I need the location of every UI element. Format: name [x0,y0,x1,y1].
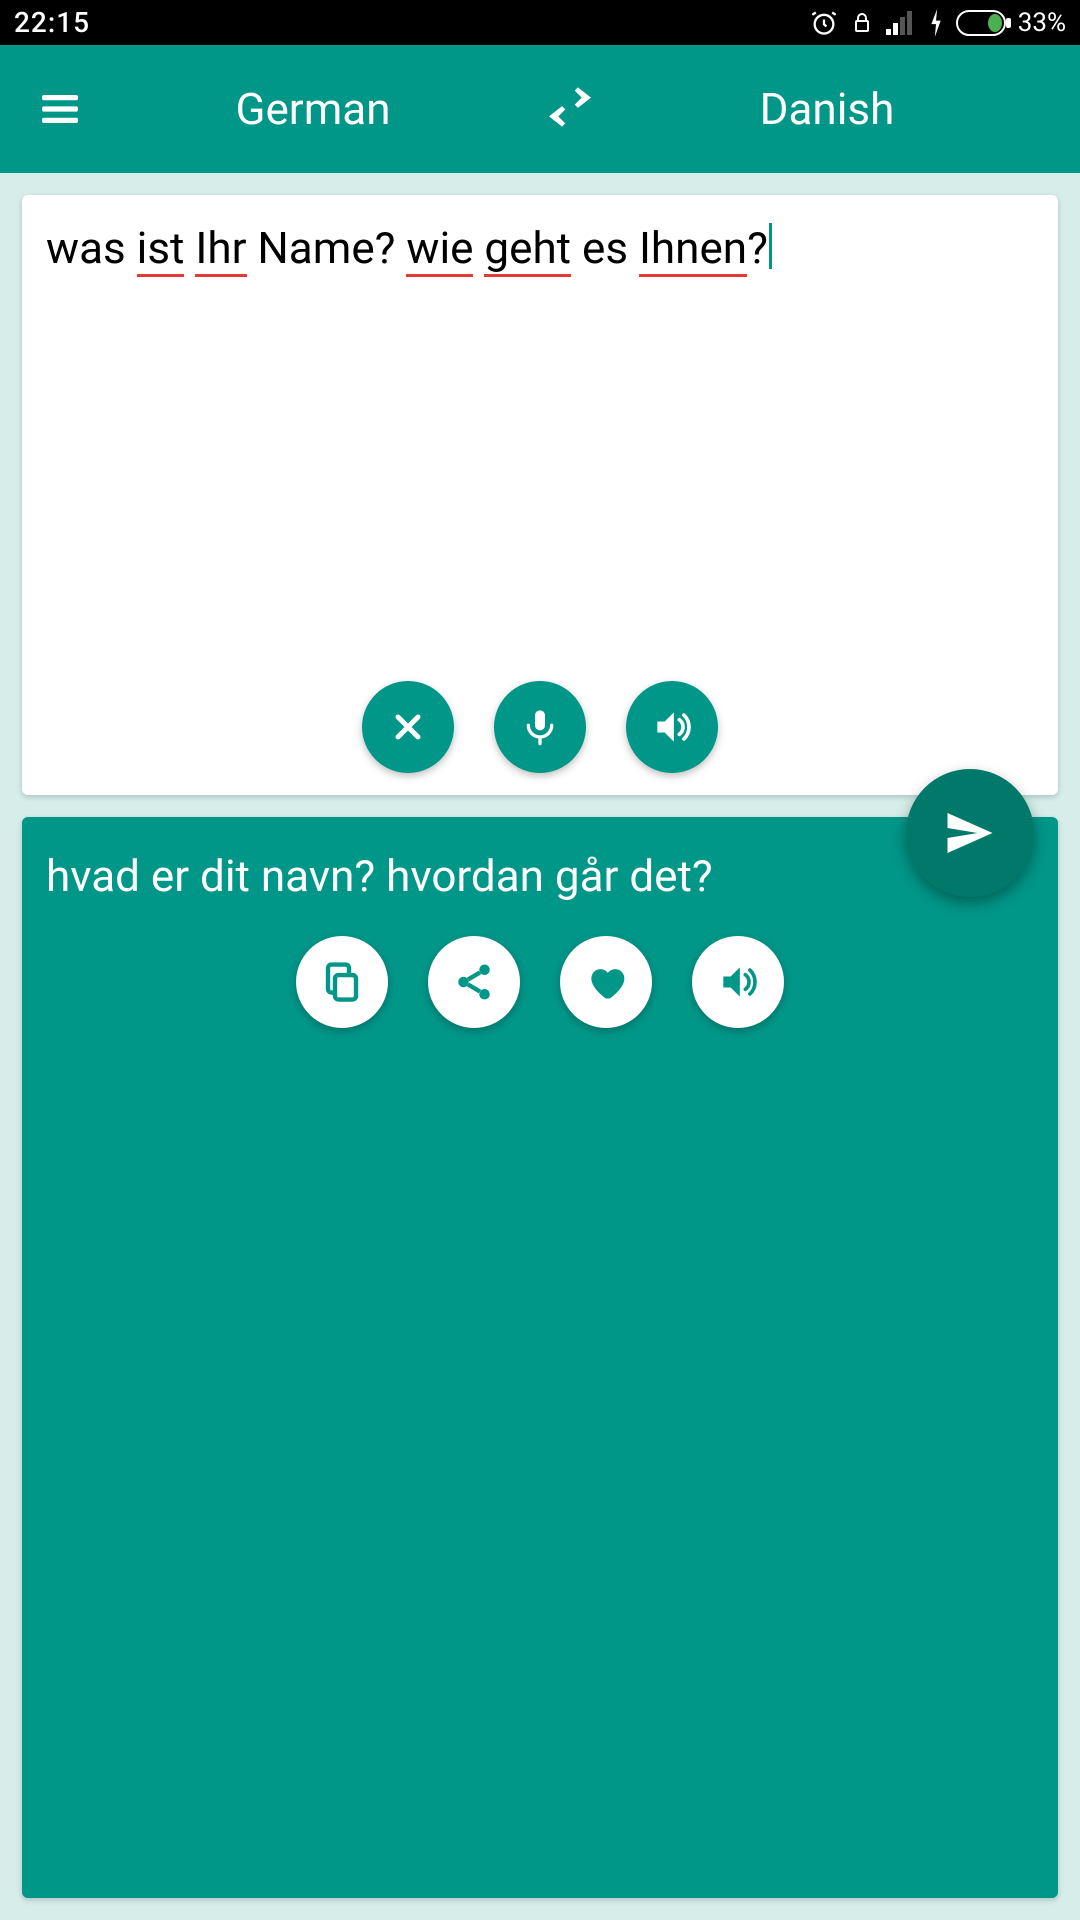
source-text-card: was ist Ihr Name? wie geht es Ihnen? [22,195,1058,795]
menu-button[interactable] [36,85,96,133]
translate-button[interactable] [906,769,1034,897]
speak-target-button[interactable] [692,936,784,1028]
swap-languages-button[interactable] [530,79,610,139]
input-word: geht [484,222,571,277]
speaker-icon [716,960,760,1004]
input-word: ? [747,222,768,274]
battery-percent: 33% [1018,8,1066,38]
input-word [126,222,137,274]
input-word: Ihnen [639,222,747,277]
microphone-icon [520,707,560,747]
copy-button[interactable] [296,936,388,1028]
source-text-input[interactable]: was ist Ihr Name? wie geht es Ihnen? [22,195,1058,681]
status-bar: 22:15 [0,0,1080,45]
text-cursor [769,223,772,269]
content-area: was ist Ihr Name? wie geht es Ihnen? [0,173,1080,1920]
speaker-icon [650,705,694,749]
share-button[interactable] [428,936,520,1028]
source-language[interactable]: German [96,83,530,135]
swap-icon [542,79,598,135]
charging-icon [928,9,944,37]
input-word: wie [406,222,473,277]
clear-button[interactable] [362,681,454,773]
app-header: German Danish [0,45,1080,173]
mic-button[interactable] [494,681,586,773]
status-icons: 33% [810,8,1066,38]
favorite-button[interactable] [560,936,652,1028]
input-word: Ihr [195,222,246,277]
speak-source-button[interactable] [626,681,718,773]
input-word: ist [137,222,185,277]
target-text: hvad er dit navn? hvordan går det? [22,817,1058,936]
input-word [247,222,258,274]
input-word [473,222,484,274]
source-actions [22,681,1058,795]
input-word: Name? [257,222,406,274]
input-word [571,222,582,274]
target-language[interactable]: Danish [610,83,1044,135]
target-actions [22,936,1058,1056]
share-icon [453,961,495,1003]
close-icon [388,707,428,747]
input-word: es [582,222,639,274]
copy-icon [321,961,363,1003]
lock-icon [850,9,874,37]
signal-icon [886,11,916,35]
target-text-card: hvad er dit navn? hvordan går det? [22,817,1058,1898]
status-time: 22:15 [14,6,90,39]
alarm-icon [810,9,838,37]
battery-icon [956,10,1012,36]
menu-icon [36,85,84,133]
input-word: was [46,222,126,274]
send-icon [940,803,1000,863]
heart-icon [584,960,628,1004]
input-word [184,222,195,274]
